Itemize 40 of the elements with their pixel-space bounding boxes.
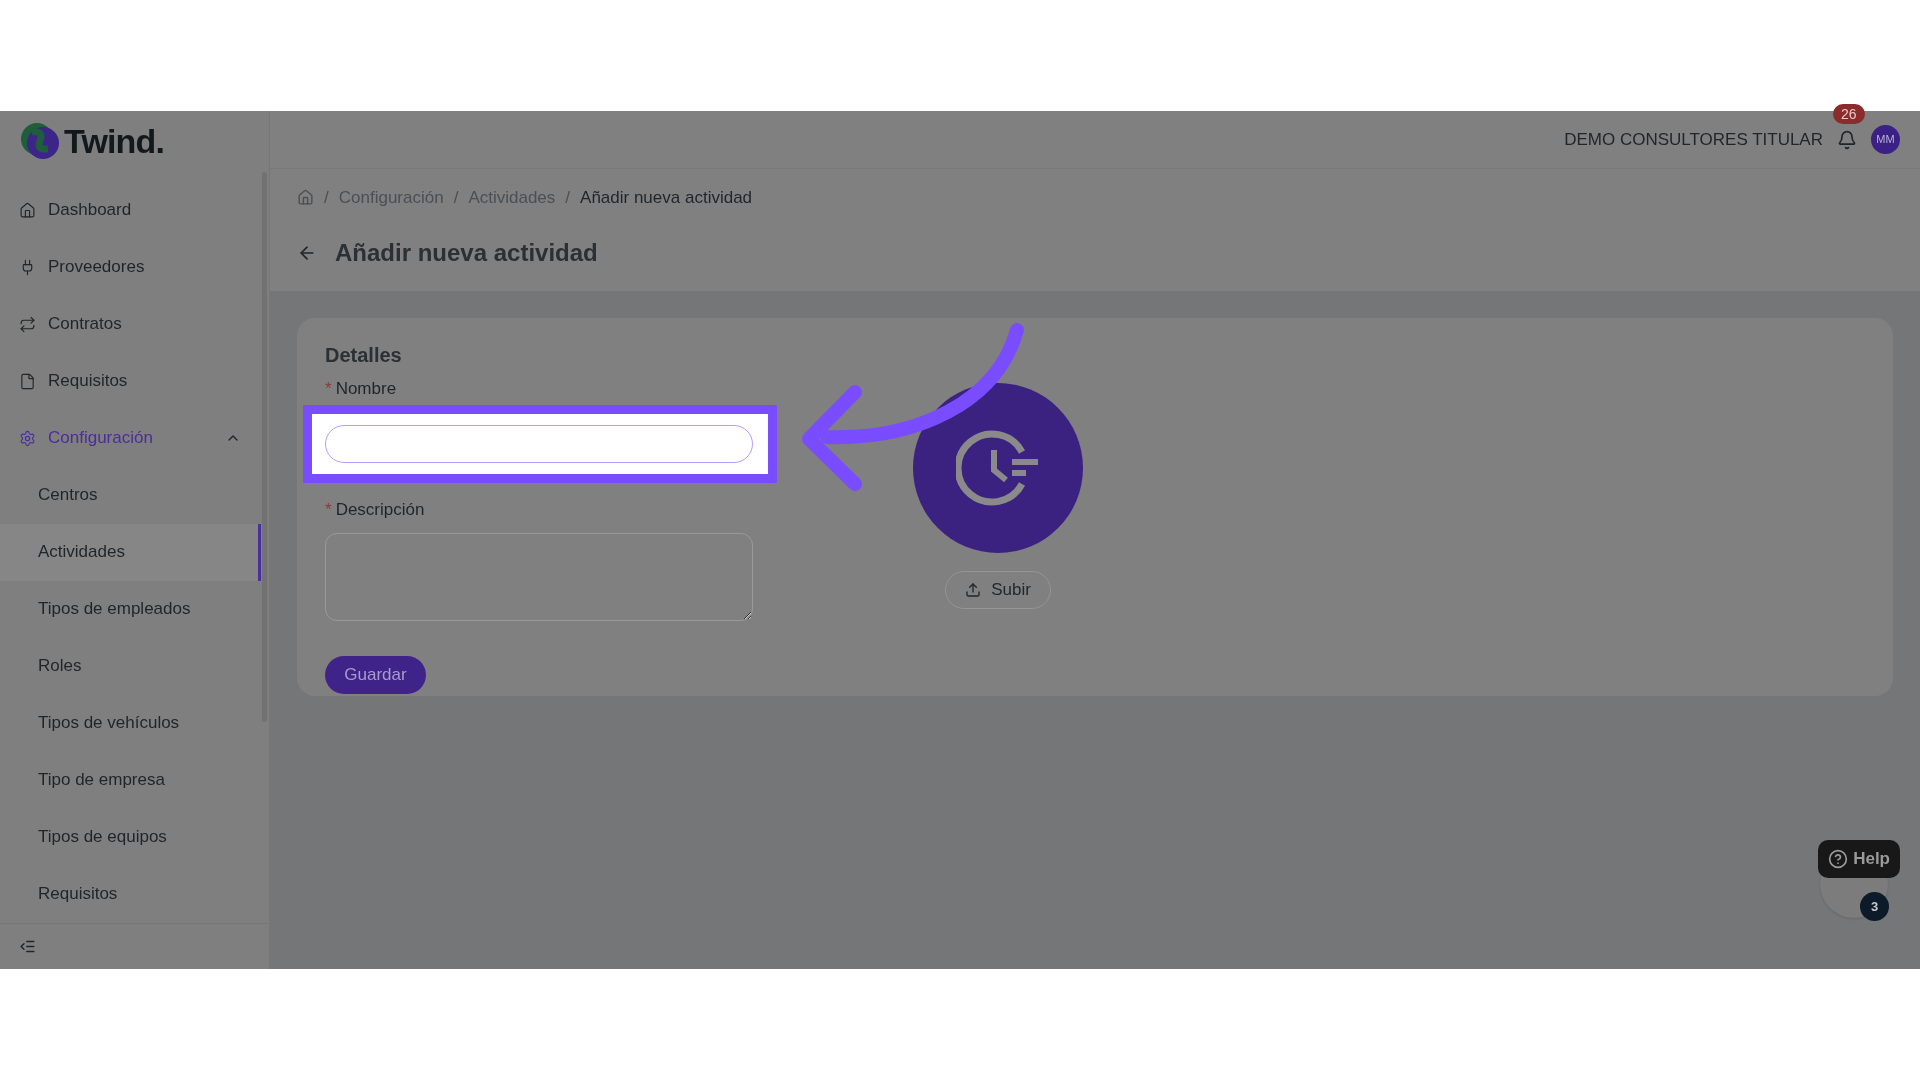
logo-text: Twind. [64,120,165,162]
description-field[interactable] [325,532,753,621]
field-label: Descripción [335,499,425,521]
sidebar-subitem[interactable]: Roles [0,637,261,695]
sidebar-subitem[interactable]: Tipo de empresa [0,751,261,809]
avatar[interactable]: MM [1871,125,1900,154]
required-mark: * [325,499,332,521]
sidebar-item[interactable]: Requisitos [0,352,269,410]
gear-icon [19,429,36,447]
sidebar-subitem[interactable]: Requisitos [0,865,261,923]
sidebar-item[interactable]: Contratos [0,295,269,353]
required-mark: * [325,377,332,400]
sidebar-subitem[interactable]: Actividades [0,523,261,581]
sidebar-subitem[interactable]: Tipos de empleados [0,580,261,638]
repeat-icon [19,315,36,333]
breadcrumb-separator: / [453,187,459,209]
account-name[interactable]: DEMO CONSULTORES TITULAR [1564,126,1823,153]
section-title: Detalles [325,342,403,368]
logo-icon [20,122,60,161]
sidebar-subitem[interactable]: Centros [0,466,261,524]
sidebar-subitem[interactable]: Tipos de equipos [0,808,261,866]
sidebar-item[interactable]: Configuración [0,409,269,467]
page-title: Añadir nueva actividad [335,237,598,268]
sidebar-item[interactable]: Proveedores [0,238,269,296]
help-icon [1828,849,1849,869]
breadcrumb-separator: / [324,187,329,209]
file-icon [19,372,36,390]
clock-icon [956,429,1040,506]
bell-icon[interactable] [1837,129,1857,150]
breadcrumb-separator: / [565,187,571,209]
sidebar-item[interactable]: Dashboard [0,181,269,239]
home-icon [19,201,36,219]
home-icon[interactable] [297,189,314,207]
name-field[interactable] [325,425,753,463]
breadcrumb-current: Añadir nueva actividad [580,187,753,209]
sidebar-subitem[interactable]: Tipos de vehículos [0,694,261,752]
field-label: Nombre [335,377,397,400]
upload-icon [965,581,982,598]
save-button[interactable]: Guardar [325,655,426,694]
help-button[interactable]: Help [1818,840,1900,878]
